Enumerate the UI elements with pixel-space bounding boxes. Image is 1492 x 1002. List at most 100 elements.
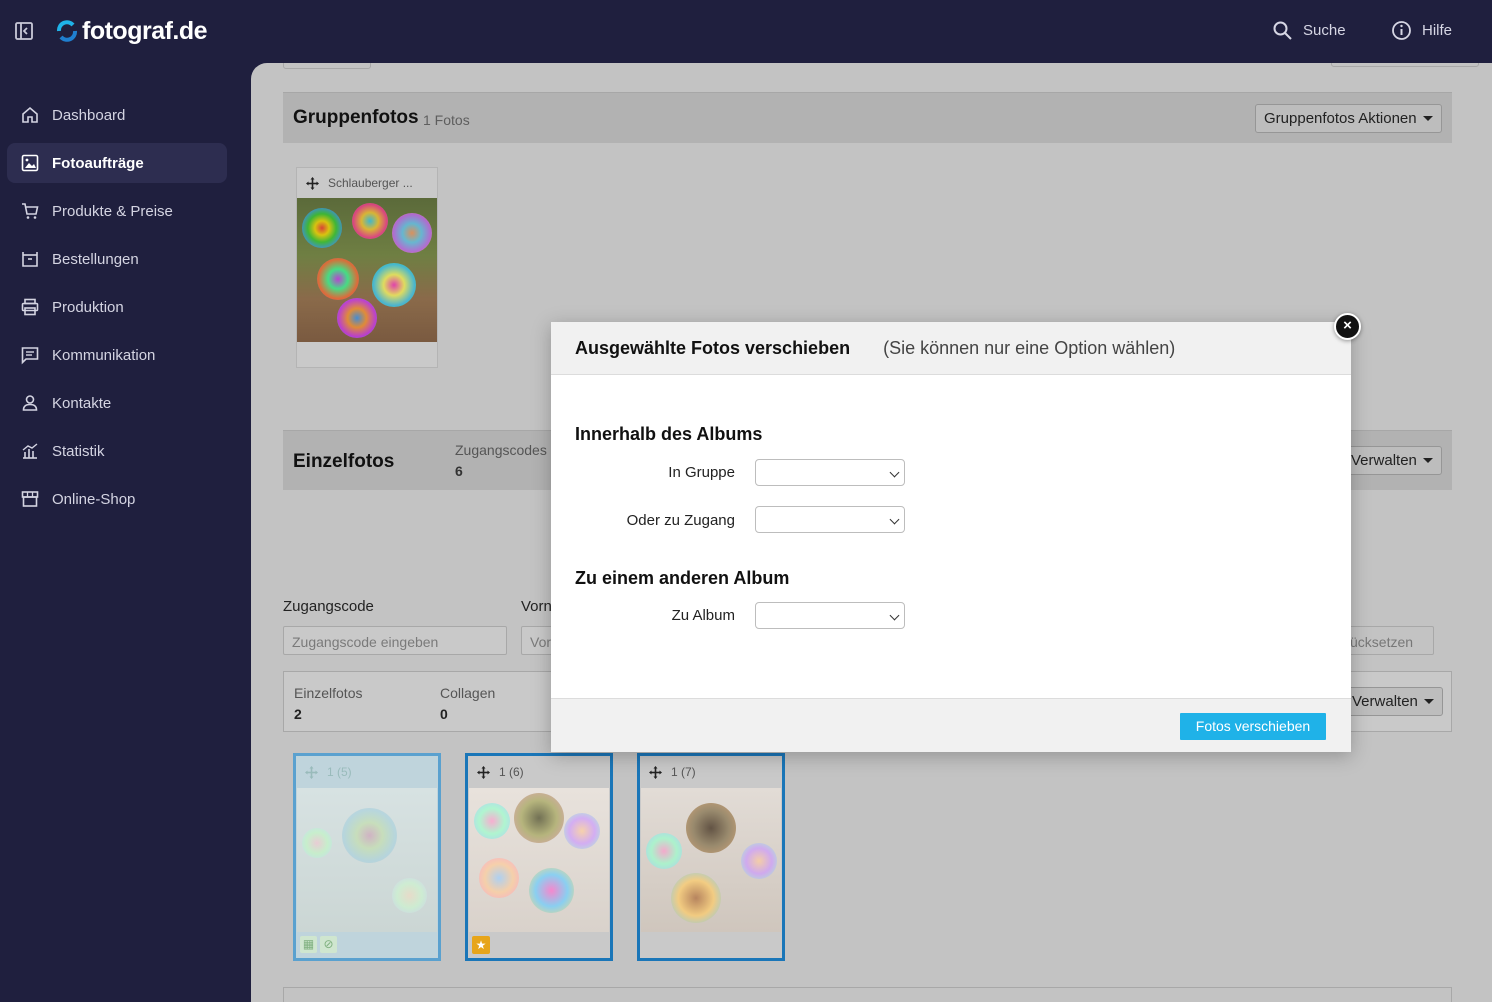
photo-thumb[interactable]: 1 (7)	[637, 753, 785, 961]
sidebar-nav: Dashboard Fotoaufträge Produkte & Preise…	[7, 95, 227, 527]
sidebar-item-label: Statistik	[52, 442, 105, 460]
inbox-icon	[22, 252, 38, 267]
sidebar-item-label: Kommunikation	[52, 346, 156, 364]
modal-footer: Fotos verschieben	[551, 698, 1351, 752]
bottom-panel	[283, 987, 1452, 1002]
sidebar-item-produktion[interactable]: Produktion	[7, 287, 227, 327]
group-photo-image[interactable]	[297, 198, 437, 342]
or-access-label: Oder zu Zugang	[626, 512, 735, 529]
sidebar-item-label: Produkte & Preise	[52, 202, 173, 220]
section-within-album: Innerhalb des Albums	[575, 424, 763, 444]
person-icon	[22, 395, 38, 411]
sidebar-item-statistik[interactable]: Statistik	[7, 431, 227, 471]
help-button[interactable]: Hilfe	[1391, 20, 1452, 41]
chevron-down-icon	[889, 467, 900, 478]
photo-thumb[interactable]: 1 (5) ▦ ⊘	[293, 753, 441, 961]
move-icon[interactable]	[305, 176, 320, 191]
message-icon	[21, 347, 39, 365]
image-icon	[21, 154, 39, 172]
move-icon[interactable]	[476, 765, 491, 780]
ghost-button[interactable]	[283, 63, 371, 69]
brand-name: fotograf.de	[82, 16, 208, 45]
sidebar-item-fotoauftraege[interactable]: Fotoaufträge	[7, 143, 227, 183]
in-group-label: In Gruppe	[668, 464, 735, 481]
thumb-footer: ★	[468, 932, 610, 958]
thumb-footer	[640, 932, 782, 958]
chevron-down-icon	[889, 514, 900, 525]
manage-codes-button[interactable]: Verwalten	[1342, 446, 1442, 475]
close-icon[interactable]: ×	[1334, 313, 1361, 340]
sidebar-toggle-icon[interactable]	[14, 21, 34, 41]
card-header: 1 (6)	[468, 756, 610, 788]
sidebar-item-label: Online-Shop	[52, 490, 136, 508]
modal-title: Ausgewählte Fotos verschieben	[575, 337, 851, 358]
thumb-footer: ▦ ⊘	[296, 932, 438, 958]
modal-subtitle: (Sie können nur eine Option wählen)	[883, 337, 1176, 358]
sidebar-item-bestellungen[interactable]: Bestellungen	[7, 239, 227, 279]
sidebar-item-label: Bestellungen	[52, 250, 139, 268]
card-header: 1 (5)	[296, 756, 438, 788]
sidebar-item-label: Dashboard	[52, 106, 126, 124]
group-photos-count: 1 Fotos	[423, 112, 470, 128]
cart-icon	[22, 203, 39, 219]
photo-thumb[interactable]: 1 (6) ★	[465, 753, 613, 961]
stat-einzelfotos-label: Einzelfotos	[294, 685, 363, 701]
help-label: Hilfe	[1422, 22, 1453, 39]
sidebar-item-label: Produktion	[52, 298, 124, 316]
manage-label: Verwalten	[1351, 452, 1417, 469]
stat-einzelfotos-value: 2	[294, 706, 302, 722]
thumb-label: 1 (5)	[327, 765, 352, 779]
search-label: Suche	[1303, 22, 1346, 39]
thumb-image[interactable]	[641, 788, 781, 932]
caret-down-icon	[1422, 116, 1433, 121]
chart-icon	[22, 443, 38, 459]
move-icon[interactable]	[304, 765, 319, 780]
move-photos-modal: Ausgewählte Fotos verschieben (Sie könne…	[551, 313, 1361, 752]
group-photos-header: Gruppenfotos 1 Fotos Gruppenfotos Aktion…	[283, 92, 1452, 143]
brand-logo[interactable]: fotograf.de	[56, 15, 208, 47]
move-photos-button[interactable]: Fotos verschieben	[1180, 713, 1326, 740]
sidebar-item-kontakte[interactable]: Kontakte	[7, 383, 227, 423]
sidebar-item-online-shop[interactable]: Online-Shop	[7, 479, 227, 519]
search-icon	[1273, 21, 1292, 40]
reset-filter-button[interactable]: ücksetzen	[1341, 626, 1434, 655]
section-other-album: Zu einem anderen Album	[575, 568, 790, 588]
stat-collagen-label: Collagen	[440, 685, 496, 701]
stat-collagen: Collagen 0	[440, 685, 495, 722]
group-actions-button[interactable]: Gruppenfotos Aktionen	[1255, 104, 1442, 133]
firstname-filter-label: Vorn	[521, 598, 552, 615]
to-album-label: Zu Album	[671, 607, 735, 624]
access-codes-label: Zugangscodes	[455, 442, 547, 458]
thumb-label: 1 (6)	[499, 765, 524, 779]
in-group-select[interactable]	[755, 459, 905, 486]
to-album-select[interactable]	[755, 602, 905, 629]
access-codes-value: 6	[455, 463, 463, 479]
printer-icon	[21, 298, 39, 316]
stat-einzelfotos: Einzelfotos 2	[294, 685, 362, 722]
star-icon[interactable]: ★	[472, 936, 490, 954]
search-button[interactable]: Suche	[1272, 20, 1346, 41]
move-icon[interactable]	[648, 765, 663, 780]
group-photos-title: Gruppenfotos	[293, 107, 419, 128]
manage-photos-button[interactable]: Verwalten	[1343, 687, 1443, 716]
modal-header: Ausgewählte Fotos verschieben (Sie könne…	[551, 322, 1351, 375]
home-icon	[22, 106, 38, 123]
caret-down-icon	[1422, 458, 1433, 463]
sidebar-item-label: Fotoaufträge	[52, 154, 144, 172]
caret-down-icon	[1423, 699, 1434, 704]
group-photo-card[interactable]: Schlauberger ...	[296, 167, 438, 368]
sidebar-item-kommunikation[interactable]: Kommunikation	[7, 335, 227, 375]
logo-mark-icon	[57, 20, 77, 42]
thumb-image[interactable]	[469, 788, 609, 932]
thumb-status-icons: ▦ ⊘	[300, 936, 337, 953]
thumb-image[interactable]	[297, 788, 437, 932]
card-header: Schlauberger ...	[297, 168, 437, 198]
sidebar-item-dashboard[interactable]: Dashboard	[7, 95, 227, 135]
ghost-button[interactable]	[1331, 63, 1479, 67]
sidebar-item-produkte[interactable]: Produkte & Preise	[7, 191, 227, 231]
code-filter-input[interactable]: Zugangscode eingeben	[283, 626, 507, 655]
or-access-select[interactable]	[755, 506, 905, 533]
card-header: 1 (7)	[640, 756, 782, 788]
hidden-icon: ⊘	[320, 936, 337, 953]
top-bar: fotograf.de Suche Hilfe	[0, 0, 1492, 63]
